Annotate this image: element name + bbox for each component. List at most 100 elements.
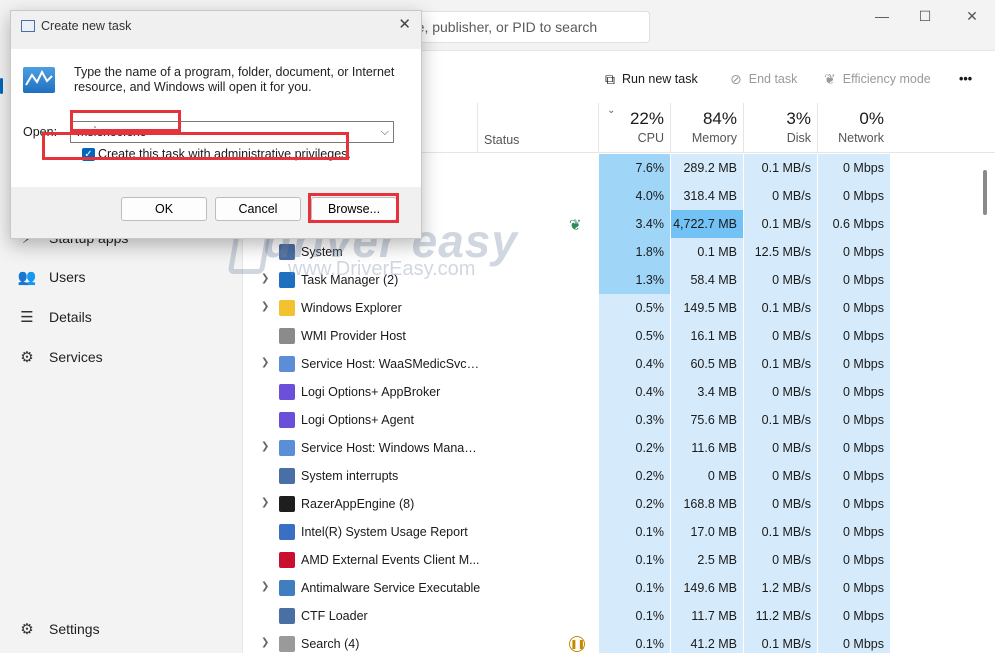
process-name: Logi Options+ Agent (301, 413, 414, 427)
highlight-browse-button (308, 193, 399, 223)
table-row[interactable]: ❯ RazerAppEngine (8) 0.2% 168.8 MB 0 MB/s 0 M… (243, 490, 995, 518)
column-memory[interactable]: 84% Memory (670, 103, 743, 153)
cpu-cell: 0.1% (598, 518, 670, 546)
more-options-button[interactable]: ••• (959, 69, 972, 89)
leaf-icon: ❦ (824, 70, 836, 87)
process-icon (279, 328, 295, 344)
process-icon (279, 636, 295, 652)
chevron-right-icon[interactable]: ❯ (261, 441, 269, 452)
sort-chevron-icon: ⌄ (607, 105, 616, 116)
network-cell: 0 Mbps (817, 462, 890, 490)
gear-icon: ⚙ (20, 621, 34, 638)
memory-cell: 168.8 MB (670, 490, 743, 518)
process-icon (279, 524, 295, 540)
chevron-right-icon[interactable]: ❯ (261, 301, 269, 312)
minimize-button[interactable]: — (870, 6, 894, 26)
process-name: Antimalware Service Executable (301, 581, 481, 595)
network-cell: 0 Mbps (817, 294, 890, 322)
scrollbar[interactable] (983, 170, 987, 215)
memory-cell: 11.7 MB (670, 602, 743, 630)
ok-button[interactable]: OK (121, 197, 207, 221)
column-network[interactable]: 0% Network (817, 103, 890, 153)
memory-cell: 289.2 MB (670, 154, 743, 182)
disk-cell: 0 MB/s (743, 182, 817, 210)
cpu-cell: 0.2% (598, 434, 670, 462)
cpu-cell: 0.2% (598, 490, 670, 518)
close-button[interactable]: ✕ (960, 6, 984, 26)
run-dialog-icon (21, 20, 35, 32)
disk-cell: 0 MB/s (743, 322, 817, 350)
column-status[interactable]: Status (477, 103, 598, 153)
process-name: RazerAppEngine (8) (301, 497, 415, 511)
memory-cell: 4,722.7 MB (670, 210, 743, 238)
network-cell: 0 Mbps (817, 266, 890, 294)
sidebar-item-details[interactable]: ☰ Details (16, 303, 92, 331)
process-icon (279, 300, 295, 316)
process-icon (279, 440, 295, 456)
network-cell: 0 Mbps (817, 490, 890, 518)
table-row[interactable]: ❯ Search (4) ❚❚ 0.1% 41.2 MB 0.1 MB/s 0 Mbps (243, 630, 995, 653)
chevron-right-icon[interactable]: ❯ (261, 497, 269, 508)
network-cell: 0 Mbps (817, 378, 890, 406)
cpu-cell: 0.1% (598, 574, 670, 602)
process-name: Service Host: WaaSMedicSvc (2) (301, 357, 481, 371)
cpu-cell: 1.3% (598, 266, 670, 294)
chevron-right-icon[interactable]: ❯ (261, 273, 269, 284)
memory-cell: 149.6 MB (670, 574, 743, 602)
dialog-close-button[interactable]: ✕ (398, 15, 411, 33)
disk-cell: 0.1 MB/s (743, 350, 817, 378)
disk-total: 3% (786, 109, 811, 128)
process-icon (279, 468, 295, 484)
process-name: Intel(R) System Usage Report (301, 525, 468, 539)
dialog-description: Type the name of a program, folder, docu… (74, 65, 395, 94)
network-cell: 0 Mbps (817, 154, 890, 182)
cpu-cell: 0.4% (598, 350, 670, 378)
chevron-right-icon[interactable]: ❯ (261, 637, 269, 648)
memory-total: 84% (702, 109, 737, 128)
memory-cell: 318.4 MB (670, 182, 743, 210)
run-new-task-button[interactable]: ⧉ Run new task (605, 69, 698, 89)
cancel-button[interactable]: Cancel (215, 197, 301, 221)
chevron-down-icon[interactable]: ⌵ (381, 122, 389, 142)
sidebar-item-services[interactable]: ⚙ Services (16, 343, 102, 371)
table-row[interactable]: ❯ Windows Explorer 0.5% 149.5 MB 0.1 MB/s 0 M… (243, 294, 995, 322)
cpu-cell: 0.2% (598, 462, 670, 490)
maximize-button[interactable]: ☐ (913, 6, 937, 26)
disk-cell: 0 MB/s (743, 490, 817, 518)
process-name: AMD External Events Client M... (301, 553, 480, 567)
network-cell: 0 Mbps (817, 630, 890, 653)
cpu-cell: 0.1% (598, 630, 670, 653)
process-name: Windows Explorer (301, 301, 402, 315)
column-network-label: Network (838, 131, 884, 145)
table-row[interactable]: CTF Loader 0.1% 11.7 MB 11.2 MB/s 0 Mbps (243, 602, 995, 630)
disk-cell: 0.1 MB/s (743, 154, 817, 182)
create-new-task-dialog: Create new task ✕ Type the name of a pro… (10, 10, 422, 239)
run-task-icon: ⧉ (605, 70, 615, 87)
disk-cell: 1.2 MB/s (743, 574, 817, 602)
sidebar-item-settings[interactable]: ⚙ Settings (16, 615, 99, 643)
table-row[interactable]: System interrupts 0.2% 0 MB 0 MB/s 0 Mbps (243, 462, 995, 490)
sidebar-item-users[interactable]: 👥 Users (16, 263, 86, 291)
table-row[interactable]: ❯ Antimalware Service Executable 0.1% 149.6… (243, 574, 995, 602)
column-cpu[interactable]: ⌄ 22% CPU (598, 103, 670, 153)
network-cell: 0 Mbps (817, 182, 890, 210)
cpu-cell: 1.8% (598, 238, 670, 266)
chevron-right-icon[interactable]: ❯ (261, 581, 269, 592)
table-row[interactable]: Intel(R) System Usage Report 0.1% 17.0 MB 0… (243, 518, 995, 546)
end-task-button[interactable]: ⊘ End task (730, 69, 797, 89)
memory-cell: 0 MB (670, 462, 743, 490)
chevron-right-icon[interactable]: ❯ (261, 357, 269, 368)
table-row[interactable]: ❯ Service Host: Windows Manag... 0.2% 11.6 … (243, 434, 995, 462)
table-row[interactable]: AMD External Events Client M... 0.1% 2.5 M… (243, 546, 995, 574)
disk-cell: 0.1 MB/s (743, 630, 817, 653)
table-row[interactable]: Logi Options+ AppBroker 0.4% 3.4 MB 0 MB/s 0… (243, 378, 995, 406)
efficiency-mode-button[interactable]: ❦ Efficiency mode (824, 69, 931, 89)
search-input[interactable]: me, publisher, or PID to search (392, 11, 650, 43)
column-disk[interactable]: 3% Disk (743, 103, 817, 153)
column-cpu-label: CPU (637, 131, 664, 145)
disk-cell: 0.1 MB/s (743, 210, 817, 238)
table-row[interactable]: Logi Options+ Agent 0.3% 75.6 MB 0.1 MB/s 0 … (243, 406, 995, 434)
table-row[interactable]: WMI Provider Host 0.5% 16.1 MB 0 MB/s 0 Mbps (243, 322, 995, 350)
table-row[interactable]: ❯ Service Host: WaaSMedicSvc (2) 0.4% 60.5 … (243, 350, 995, 378)
disk-cell: 0 MB/s (743, 546, 817, 574)
